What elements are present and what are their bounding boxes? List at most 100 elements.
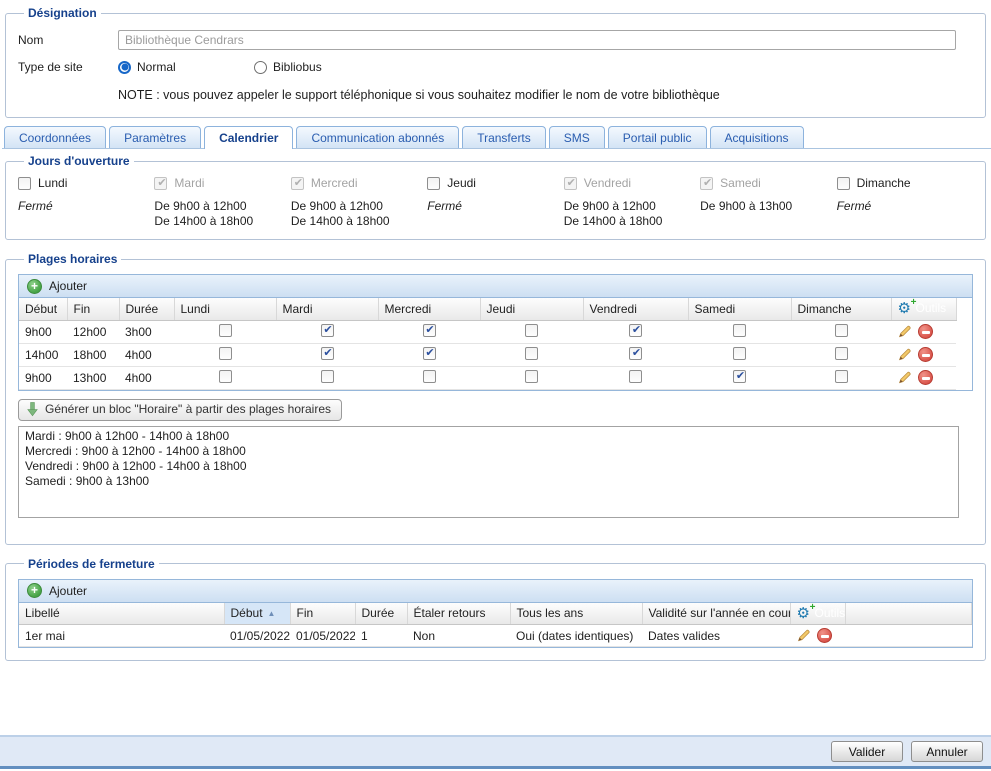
day-lundi-label: Lundi xyxy=(38,176,67,190)
day-samedi-checkbox xyxy=(700,177,713,190)
tab-calendrier[interactable]: Calendrier xyxy=(204,126,293,149)
tab-sms[interactable]: SMS xyxy=(549,126,605,148)
col-duree[interactable]: Durée xyxy=(355,603,407,625)
day-vendredi-label: Vendredi xyxy=(584,176,631,190)
gear-icon: ⚙+ xyxy=(898,301,914,316)
plage3-vendredi-checkbox[interactable] xyxy=(629,370,642,383)
cell-debut: 9h00 xyxy=(19,320,67,343)
col-samedi[interactable]: Samedi xyxy=(688,298,791,320)
day-samedi-label: Samedi xyxy=(720,176,761,190)
day-dimanche: Dimanche Fermé xyxy=(837,176,973,229)
add-icon[interactable] xyxy=(27,583,42,598)
plage2-mercredi-checkbox[interactable] xyxy=(423,347,436,360)
day-jeudi: Jeudi Fermé xyxy=(427,176,563,229)
col-validite[interactable]: Validité sur l'année en cours xyxy=(642,603,790,625)
plage1-mardi-checkbox[interactable] xyxy=(321,324,334,337)
edit-pencil-icon[interactable] xyxy=(897,370,912,385)
day-lundi-checkbox[interactable] xyxy=(18,177,31,190)
col-debut-sorted[interactable]: Début▲ xyxy=(224,603,290,625)
support-note: NOTE : vous pouvez appeler le support té… xyxy=(18,88,973,102)
col-vendredi[interactable]: Vendredi xyxy=(583,298,688,320)
tab-communication-abonnes[interactable]: Communication abonnés xyxy=(296,126,459,148)
annuler-button[interactable]: Annuler xyxy=(911,741,983,762)
valider-button[interactable]: Valider xyxy=(831,741,903,762)
edit-pencil-icon[interactable] xyxy=(796,628,811,643)
plage1-dimanche-checkbox[interactable] xyxy=(835,324,848,337)
plages-header-row: Début Fin Durée Lundi Mardi Mercredi Jeu… xyxy=(19,298,956,320)
plage2-samedi-checkbox[interactable] xyxy=(733,347,746,360)
delete-icon[interactable] xyxy=(918,347,933,362)
tab-portail-public[interactable]: Portail public xyxy=(608,126,707,148)
plages-toolbar: Ajouter xyxy=(19,275,972,298)
delete-icon[interactable] xyxy=(918,370,933,385)
day-mardi-label: Mardi xyxy=(174,176,204,190)
day-dimanche-checkbox[interactable] xyxy=(837,177,850,190)
plage3-dimanche-checkbox[interactable] xyxy=(835,370,848,383)
plage1-jeudi-checkbox[interactable] xyxy=(525,324,538,337)
plage3-mardi-checkbox[interactable] xyxy=(321,370,334,383)
col-fin[interactable]: Fin xyxy=(290,603,355,625)
radio-bibliobus-icon[interactable] xyxy=(254,61,267,74)
col-etaler-retours[interactable]: Étaler retours xyxy=(407,603,510,625)
cell-duree: 4h00 xyxy=(119,343,174,366)
plage3-samedi-checkbox[interactable] xyxy=(733,370,746,383)
fermeture-ajouter-button[interactable]: Ajouter xyxy=(49,584,87,598)
plage1-samedi-checkbox[interactable] xyxy=(733,324,746,337)
plage2-mardi-checkbox[interactable] xyxy=(321,347,334,360)
cell-debut: 01/05/2022 xyxy=(224,625,290,647)
radio-bibliobus[interactable]: Bibliobus xyxy=(254,60,384,74)
tab-parametres[interactable]: Paramètres xyxy=(109,126,201,148)
col-tous-les-ans[interactable]: Tous les ans xyxy=(510,603,642,625)
col-debut[interactable]: Début xyxy=(19,298,67,320)
day-samedi-hours: De 9h00 à 13h00 xyxy=(700,199,830,214)
col-lundi[interactable]: Lundi xyxy=(174,298,276,320)
edit-pencil-icon[interactable] xyxy=(897,347,912,362)
edit-pencil-icon[interactable] xyxy=(897,324,912,339)
plage2-dimanche-checkbox[interactable] xyxy=(835,347,848,360)
radio-normal[interactable]: Normal xyxy=(118,60,248,74)
type-de-site-label: Type de site xyxy=(18,60,118,74)
tab-coordonnees[interactable]: Coordonnées xyxy=(4,126,106,148)
col-dimanche[interactable]: Dimanche xyxy=(791,298,891,320)
generer-bloc-button[interactable]: Générer un bloc "Horaire" à partir des p… xyxy=(18,399,342,421)
radio-normal-label: Normal xyxy=(137,60,176,74)
cell-fin: 18h00 xyxy=(67,343,119,366)
delete-icon[interactable] xyxy=(918,324,933,339)
plage1-vendredi-checkbox[interactable] xyxy=(629,324,642,337)
tab-transferts[interactable]: Transferts xyxy=(462,126,546,148)
add-icon[interactable] xyxy=(27,279,42,294)
day-mardi-checkbox xyxy=(154,177,167,190)
plage2-vendredi-checkbox[interactable] xyxy=(629,347,642,360)
col-fin[interactable]: Fin xyxy=(67,298,119,320)
day-mercredi-hours: De 9h00 à 12h00De 14h00 à 18h00 xyxy=(291,199,421,229)
fermeture-toolbar: Ajouter xyxy=(19,580,972,603)
plages-ajouter-button[interactable]: Ajouter xyxy=(49,279,87,293)
horaire-bloc-text: Mardi : 9h00 à 12h00 - 14h00 à 18h00 Mer… xyxy=(18,426,959,518)
tab-acquisitions[interactable]: Acquisitions xyxy=(710,126,804,148)
fermeture-table: Libellé Début▲ Fin Durée Étaler retours … xyxy=(19,603,972,648)
col-mardi[interactable]: Mardi xyxy=(276,298,378,320)
day-jeudi-checkbox[interactable] xyxy=(427,177,440,190)
cell-duree: 3h00 xyxy=(119,320,174,343)
tab-bar: Coordonnées Paramètres Calendrier Commun… xyxy=(2,124,991,149)
plage-row-2: 14h00 18h00 4h00 xyxy=(19,343,956,366)
plage3-mercredi-checkbox[interactable] xyxy=(423,370,436,383)
designation-section: Désignation Nom Type de site Normal Bibl… xyxy=(5,6,986,118)
plages-horaires-legend: Plages horaires xyxy=(24,252,121,266)
day-dimanche-label: Dimanche xyxy=(857,176,911,190)
plage2-jeudi-checkbox[interactable] xyxy=(525,347,538,360)
plage2-lundi-checkbox[interactable] xyxy=(219,347,232,360)
delete-icon[interactable] xyxy=(817,628,832,643)
plage1-lundi-checkbox[interactable] xyxy=(219,324,232,337)
radio-normal-icon[interactable] xyxy=(118,61,131,74)
col-mercredi[interactable]: Mercredi xyxy=(378,298,480,320)
plage1-mercredi-checkbox[interactable] xyxy=(423,324,436,337)
plage3-lundi-checkbox[interactable] xyxy=(219,370,232,383)
nom-input[interactable] xyxy=(118,30,956,50)
col-duree[interactable]: Durée xyxy=(119,298,174,320)
plage3-jeudi-checkbox[interactable] xyxy=(525,370,538,383)
cell-validite: Dates valides xyxy=(642,625,790,647)
col-jeudi[interactable]: Jeudi xyxy=(480,298,583,320)
day-mercredi-checkbox xyxy=(291,177,304,190)
col-libelle[interactable]: Libellé xyxy=(19,603,224,625)
